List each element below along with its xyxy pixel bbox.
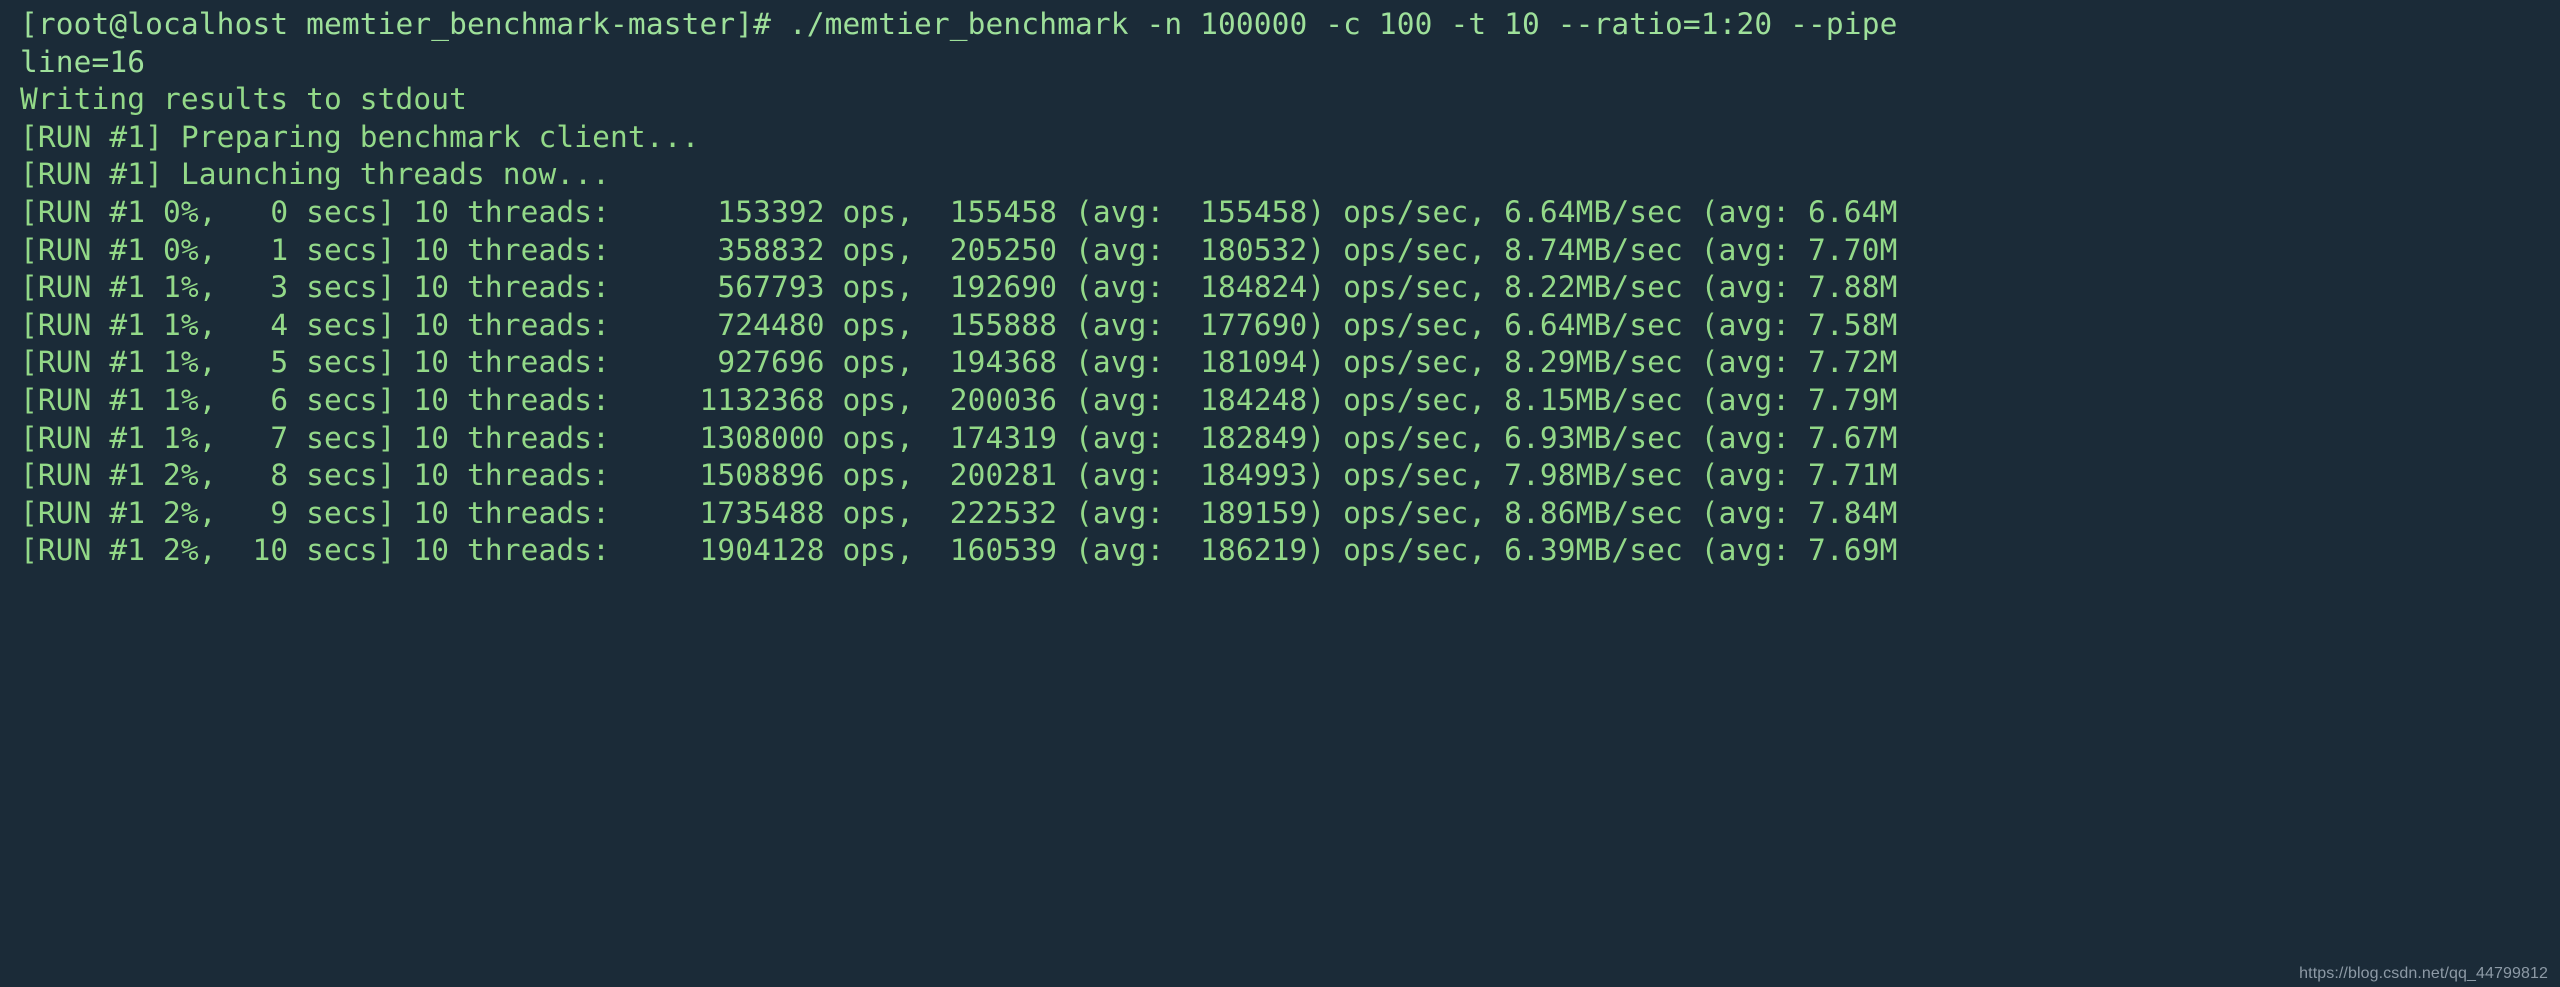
terminal-output-line: [RUN #1 1%, 4 secs] 10 threads: 724480 o…: [20, 307, 1898, 342]
terminal-output-line: [RUN #1 0%, 0 secs] 10 threads: 153392 o…: [20, 194, 1898, 229]
terminal-output-line: [RUN #1 0%, 1 secs] 10 threads: 358832 o…: [20, 232, 1898, 267]
terminal-command-line: [root@localhost memtier_benchmark-master…: [20, 7, 1898, 41]
watermark-text: https://blog.csdn.net/qq_44799812: [2299, 965, 2548, 982]
terminal-output-line: [RUN #1] Launching threads now...: [20, 157, 611, 192]
terminal-output-line: [RUN #1 2%, 8 secs] 10 threads: 1508896 …: [20, 458, 1898, 493]
terminal-output-line: [RUN #1 1%, 5 secs] 10 threads: 927696 o…: [20, 345, 1898, 380]
terminal-output-line: Writing results to stdout: [20, 82, 468, 117]
terminal-output-line: [RUN #1 2%, 10 secs] 10 threads: 1904128…: [20, 533, 1898, 568]
terminal-output-line: [RUN #1] Preparing benchmark client...: [20, 119, 700, 154]
terminal-output-line: line=16: [20, 44, 146, 79]
terminal-output-line: [RUN #1 1%, 7 secs] 10 threads: 1308000 …: [20, 420, 1898, 455]
terminal-output: [root@localhost memtier_benchmark-master…: [20, 6, 2560, 570]
terminal-output-line: [RUN #1 2%, 9 secs] 10 threads: 1735488 …: [20, 495, 1898, 530]
terminal-output-line: [RUN #1 1%, 3 secs] 10 threads: 567793 o…: [20, 270, 1898, 305]
terminal-window[interactable]: [root@localhost memtier_benchmark-master…: [0, 0, 2560, 987]
terminal-output-line: [RUN #1 1%, 6 secs] 10 threads: 1132368 …: [20, 382, 1898, 417]
